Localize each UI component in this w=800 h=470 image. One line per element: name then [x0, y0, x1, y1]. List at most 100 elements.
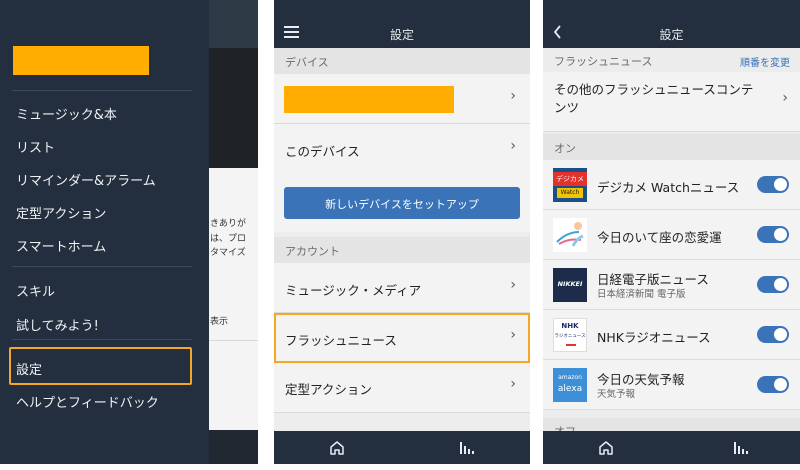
icon-text: alexa — [557, 384, 583, 394]
divider — [12, 266, 192, 267]
icon-text: ラジオニュース — [554, 334, 586, 339]
this-device-row[interactable]: このデバイス › — [274, 124, 530, 174]
drawer-item-lists[interactable]: リスト — [16, 137, 55, 156]
feed-row[interactable]: 今日のいて座の恋愛運 — [543, 210, 800, 260]
background-bottom-bar — [209, 430, 258, 464]
background-hero — [209, 48, 258, 168]
top-bar: 設定 — [274, 0, 530, 48]
row-label: このデバイス — [285, 144, 360, 159]
row-label: 定型アクション — [285, 382, 372, 397]
feed-row[interactable]: デジカメ Watch デジカメ Watchニュース — [543, 160, 800, 210]
drawer-item-music-books[interactable]: ミュージック&本 — [16, 104, 117, 123]
background-text: 表示 — [210, 317, 229, 327]
background-text: は、プロ — [210, 234, 247, 244]
top-bar: 設定 — [543, 0, 800, 48]
feed-name: デジカメ Watchニュース — [597, 180, 740, 195]
setup-new-device-button[interactable]: 新しいデバイスをセットアップ — [284, 187, 520, 219]
device-row[interactable]: › — [274, 74, 530, 124]
chevron-right-icon: › — [510, 88, 516, 104]
setup-button-area: 新しいデバイスをセットアップ — [274, 174, 530, 232]
feed-toggle[interactable] — [757, 226, 789, 243]
section-header-label: デバイス — [285, 56, 329, 69]
feed-toggle[interactable] — [757, 276, 789, 293]
background-card — [209, 168, 258, 430]
activity-icon[interactable] — [733, 440, 749, 456]
nav-drawer: ミュージック&本 リスト リマインダー&アラーム 定型アクション スマートホーム… — [0, 0, 209, 464]
redacted-account-name — [13, 46, 149, 75]
background-header — [209, 0, 258, 48]
row-label: フラッシュニュース — [285, 333, 397, 348]
app-screen-drawer: きありが は、プロ タマイズ 表示 ミュージック&本 リスト リマインダー&アラ… — [0, 0, 258, 464]
chevron-right-icon: › — [510, 327, 516, 343]
drawer-item-routines[interactable]: 定型アクション — [16, 203, 106, 222]
activity-icon[interactable] — [459, 440, 475, 456]
app-screen-settings: 設定 デバイス › このデバイス › 新しいデバイスをセットアップ アカウント … — [274, 0, 530, 464]
feed-name: NHKラジオニュース — [597, 330, 711, 345]
feed-name: 今日のいて座の恋愛運 — [597, 230, 722, 245]
toggle-knob — [774, 228, 787, 241]
icon-accent — [566, 344, 576, 346]
app-screen-flash-news: 設定 フラッシュニュース 順番を変更 その他のフラッシュニュースコンテンツ › … — [543, 0, 800, 464]
page-title: 設定 — [659, 28, 684, 42]
feed-subtitle: 日本経済新聞 電子版 — [597, 289, 686, 300]
chevron-right-icon: › — [510, 138, 516, 154]
page-title: 設定 — [389, 28, 414, 42]
icon-text: デジカメ — [553, 172, 587, 186]
divider — [12, 90, 192, 91]
button-label: 新しいデバイスをセットアップ — [325, 198, 479, 211]
nhk-radio-icon: NHK ラジオニュース — [553, 318, 587, 352]
feed-row[interactable]: NHK ラジオニュース NHKラジオニュース — [543, 310, 800, 360]
section-header-label: フラッシュニュース — [554, 55, 653, 68]
feed-subtitle: 天気予報 — [597, 389, 636, 400]
row-label: その他のフラッシュニュースコンテンツ — [554, 82, 754, 115]
divider — [12, 339, 192, 340]
divider — [209, 340, 258, 341]
digicame-watch-icon: デジカメ Watch — [553, 168, 587, 202]
drawer-item-smart-home[interactable]: スマートホーム — [16, 236, 106, 255]
feed-row[interactable]: amazon alexa 今日の天気予報 天気予報 — [543, 360, 800, 410]
music-media-row[interactable]: ミュージック・メディア › — [274, 263, 530, 313]
icon-text: amazon — [558, 374, 582, 381]
icon-text: Watch — [557, 188, 583, 198]
toggle-knob — [774, 278, 787, 291]
section-header-flash-news: フラッシュニュース 順番を変更 — [543, 48, 800, 72]
drawer-item-try-it[interactable]: 試してみよう! — [16, 315, 99, 334]
home-icon[interactable] — [329, 440, 345, 456]
sagittarius-figure — [556, 222, 584, 247]
chevron-right-icon: › — [510, 376, 516, 392]
reorder-link[interactable]: 順番を変更 — [740, 54, 790, 69]
section-header-on: オン — [543, 134, 800, 160]
redacted-device-name — [284, 86, 454, 113]
feed-toggle[interactable] — [757, 326, 789, 343]
chevron-right-icon: › — [782, 90, 788, 106]
sagittarius-icon — [553, 218, 587, 252]
feed-toggle[interactable] — [757, 376, 789, 393]
flash-news-row[interactable]: フラッシュニュース › — [274, 313, 530, 363]
icon-text: NHK — [561, 322, 579, 330]
toggle-knob — [774, 328, 787, 341]
drawer-item-reminders-alarms[interactable]: リマインダー&アラーム — [16, 170, 156, 189]
section-header-label: オン — [554, 142, 576, 155]
home-icon[interactable] — [598, 440, 614, 456]
feed-row[interactable]: NIKKEI 日経電子版ニュース 日本経済新聞 電子版 — [543, 260, 800, 310]
other-content-row[interactable]: その他のフラッシュニュースコンテンツ › — [543, 72, 800, 132]
drawer-item-help-feedback[interactable]: ヘルプとフィードバック — [16, 392, 159, 411]
row-label: ミュージック・メディア — [285, 283, 422, 298]
section-header-label: アカウント — [285, 245, 340, 258]
nikkei-icon: NIKKEI — [553, 268, 587, 302]
background-text: きありが — [210, 219, 247, 229]
toggle-knob — [774, 178, 787, 191]
icon-text: NIKKEI — [557, 280, 583, 288]
section-header-account: アカウント — [274, 237, 530, 263]
drawer-item-skills[interactable]: スキル — [16, 281, 55, 300]
toggle-knob — [774, 378, 787, 391]
routines-row[interactable]: 定型アクション › — [274, 363, 530, 413]
feed-toggle[interactable] — [757, 176, 789, 193]
section-header-devices: デバイス — [274, 48, 530, 74]
bottom-nav-bar — [543, 431, 800, 464]
chevron-right-icon: › — [510, 277, 516, 293]
bottom-nav-bar — [274, 431, 530, 464]
drawer-item-settings[interactable]: 設定 — [16, 359, 42, 378]
amazon-alexa-icon: amazon alexa — [553, 368, 587, 402]
background-text: タマイズ — [210, 248, 246, 258]
